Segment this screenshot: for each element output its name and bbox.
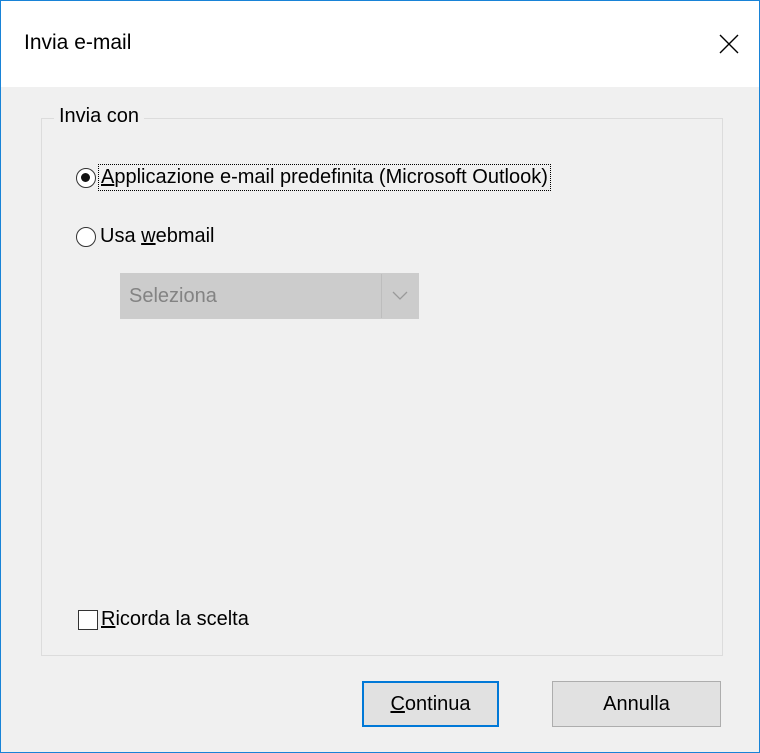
- send-with-legend: Invia con: [54, 105, 145, 128]
- continue-button-label: Continua: [390, 692, 471, 715]
- title-bar: Invia e-mail: [1, 1, 759, 87]
- webmail-select[interactable]: Seleziona: [120, 273, 419, 319]
- radio-default-app-label: Applicazione e-mail predefinita (Microso…: [98, 164, 551, 191]
- remember-choice-box[interactable]: [78, 609, 98, 630]
- remember-choice-checkbox[interactable]: Ricorda la scelta: [78, 608, 249, 631]
- dialog-title: Invia e-mail: [24, 31, 132, 54]
- send-with-group: [41, 118, 723, 656]
- close-icon: [719, 34, 739, 54]
- radio-webmail-label: Usa webmail: [100, 225, 215, 247]
- continue-button[interactable]: Continua: [362, 681, 499, 727]
- remember-choice-label: Ricorda la scelta: [101, 608, 249, 630]
- radio-webmail-indicator[interactable]: [76, 226, 96, 247]
- radio-default-app-indicator[interactable]: [76, 167, 96, 188]
- webmail-select-value: Seleziona: [129, 285, 217, 307]
- cancel-button[interactable]: Annulla: [552, 681, 721, 727]
- radio-default-app[interactable]: Applicazione e-mail predefinita (Microso…: [76, 164, 551, 191]
- chevron-down-icon: [392, 291, 407, 300]
- radio-webmail[interactable]: Usa webmail: [76, 225, 215, 248]
- webmail-select-arrow[interactable]: [381, 274, 418, 318]
- close-button[interactable]: [699, 1, 759, 87]
- cancel-button-label: Annulla: [603, 692, 670, 715]
